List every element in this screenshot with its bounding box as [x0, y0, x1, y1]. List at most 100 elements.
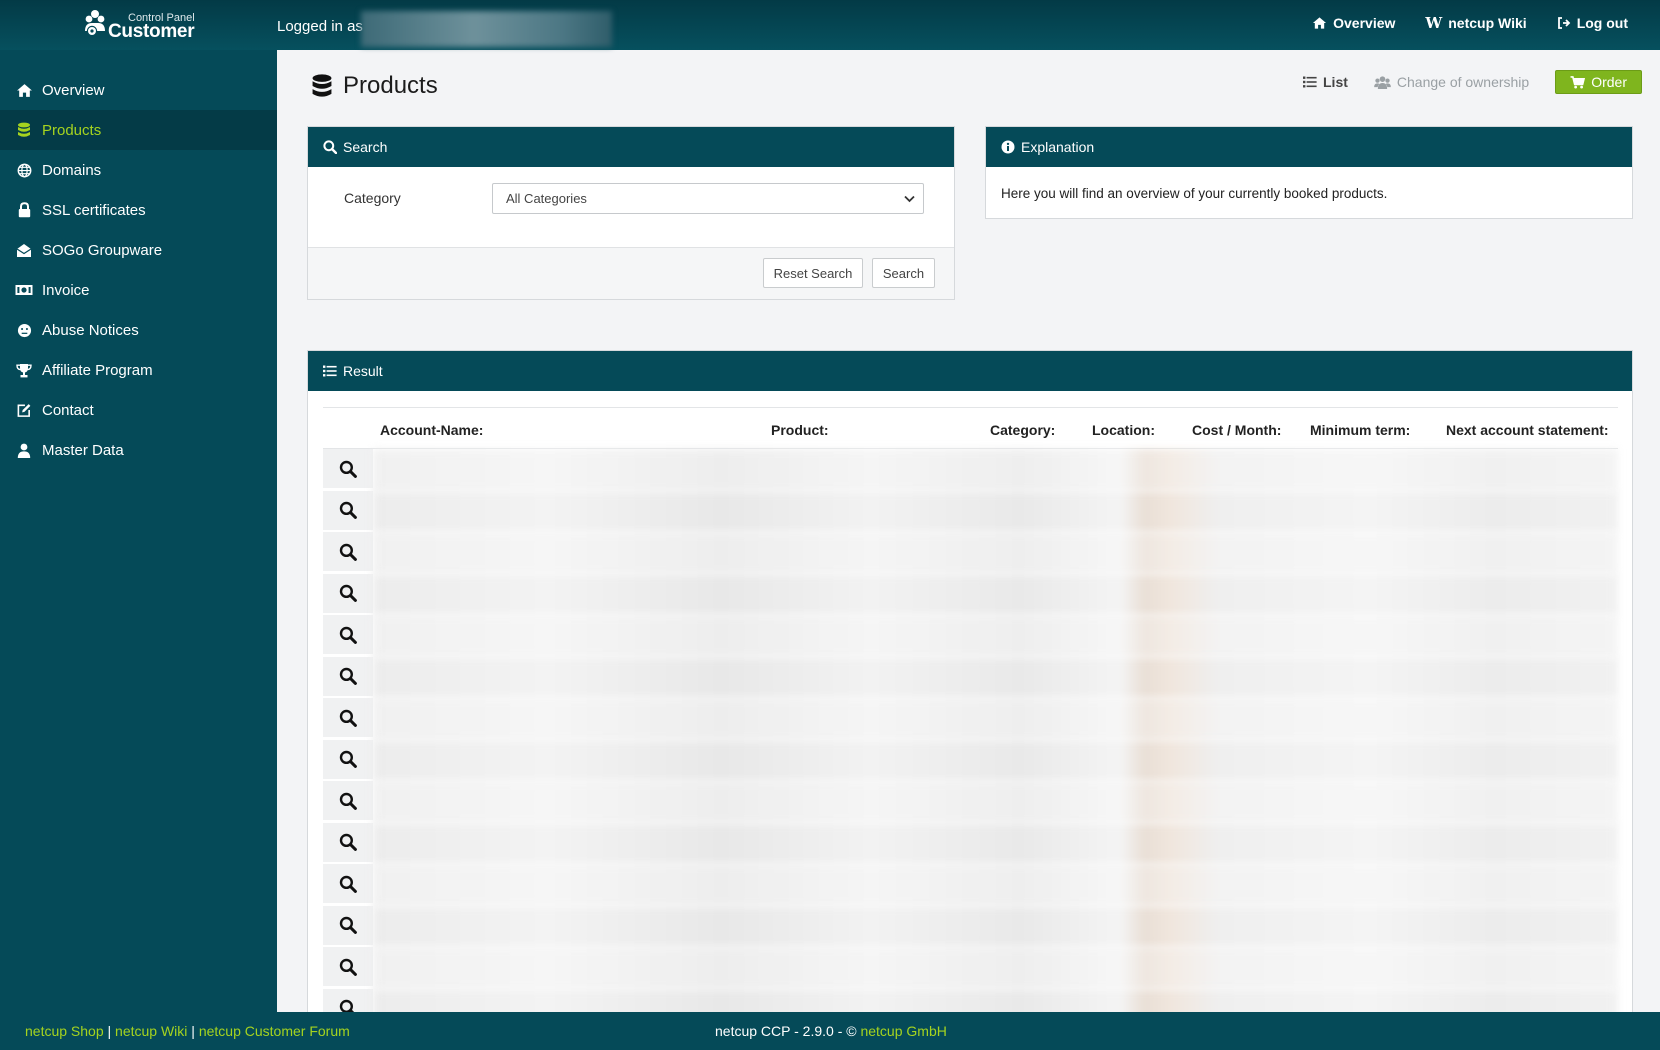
top-nav-wiki[interactable]: W netcup Wiki: [1425, 14, 1526, 32]
sidebar-item-label: Affiliate Program: [42, 361, 153, 379]
row-details-button[interactable]: [323, 449, 373, 489]
search-icon: [339, 875, 357, 893]
row-details-button[interactable]: [323, 656, 373, 697]
sidebar-item-master-data[interactable]: Master Data: [0, 430, 277, 470]
sidebar-item-label: SSL certificates: [42, 201, 146, 219]
footer-link-shop[interactable]: netcup Shop: [25, 1023, 104, 1039]
search-icon: [339, 667, 357, 685]
row-content-redacted: [373, 822, 1618, 864]
table-row: [323, 947, 1618, 989]
search-icon: [339, 584, 357, 602]
sidebar-item-label: Invoice: [42, 281, 90, 299]
row-details-button[interactable]: [323, 615, 373, 655]
reset-search-button[interactable]: Reset Search: [763, 258, 863, 288]
column-header-cost-month[interactable]: Cost / Month:: [1192, 422, 1281, 438]
row-content-redacted: [373, 988, 1618, 1012]
search-icon: [339, 833, 357, 851]
sidebar-item-label: Overview: [42, 81, 105, 99]
sidebar: Overview Products Domains SSL certificat…: [0, 50, 277, 1012]
sidebar-item-label: Master Data: [42, 441, 124, 459]
sidebar-item-overview[interactable]: Overview: [0, 70, 277, 110]
info-icon: [1001, 140, 1015, 154]
column-header-product[interactable]: Product:: [771, 422, 829, 438]
table-row: [323, 532, 1618, 574]
top-bar: Control Panel Customer Logged in as Over…: [0, 0, 1660, 50]
home-icon: [15, 81, 33, 99]
top-nav-overview[interactable]: Overview: [1312, 15, 1395, 31]
row-details-button[interactable]: [323, 490, 373, 531]
row-details-button[interactable]: [323, 988, 373, 1012]
footer-link-company[interactable]: netcup GmbH: [860, 1023, 946, 1039]
table-row: [323, 822, 1618, 864]
sidebar-item-abuse[interactable]: Abuse Notices: [0, 310, 277, 350]
list-view-button[interactable]: List: [1303, 74, 1348, 90]
envelope-open-icon: [15, 241, 33, 259]
result-table: Account-Name: Product: Category: Locatio…: [323, 407, 1618, 1012]
column-header-category[interactable]: Category:: [990, 422, 1055, 438]
sidebar-item-products[interactable]: Products: [0, 110, 277, 150]
category-select[interactable]: All Categories: [492, 183, 924, 214]
category-label: Category: [344, 190, 401, 206]
row-details-button[interactable]: [323, 781, 373, 821]
page-header: Products: [311, 72, 438, 100]
face-icon: [15, 321, 33, 339]
logout-icon: [1557, 16, 1571, 30]
explanation-panel: Explanation Here you will find an overvi…: [985, 126, 1633, 219]
logo[interactable]: Control Panel Customer: [84, 9, 204, 43]
sidebar-nav: Overview Products Domains SSL certificat…: [0, 50, 277, 470]
change-ownership-button[interactable]: Change of ownership: [1374, 74, 1529, 90]
row-content-redacted: [373, 947, 1618, 989]
row-content-redacted: [373, 532, 1618, 574]
row-details-button[interactable]: [323, 822, 373, 863]
row-details-button[interactable]: [323, 739, 373, 780]
search-icon: [339, 916, 357, 934]
sidebar-item-sogo[interactable]: SOGo Groupware: [0, 230, 277, 270]
search-icon: [339, 543, 357, 561]
footer-link-wiki[interactable]: netcup Wiki: [115, 1023, 187, 1039]
row-content-redacted: [373, 449, 1618, 491]
order-button[interactable]: Order: [1555, 70, 1642, 94]
top-nav-logout[interactable]: Log out: [1557, 15, 1628, 31]
footer-link-forum[interactable]: netcup Customer Forum: [199, 1023, 350, 1039]
list-icon: [1303, 76, 1317, 88]
row-details-button[interactable]: [323, 698, 373, 738]
row-details-button[interactable]: [323, 947, 373, 987]
logged-in-label: Logged in as: [277, 18, 363, 35]
user-icon: [15, 441, 33, 459]
row-content-redacted: [373, 739, 1618, 781]
sidebar-item-invoice[interactable]: Invoice: [0, 270, 277, 310]
row-content-redacted: [373, 656, 1618, 698]
money-icon: [15, 281, 33, 299]
search-icon: [339, 750, 357, 768]
column-header-next-statement[interactable]: Next account statement:: [1446, 422, 1609, 438]
lock-icon: [15, 201, 33, 219]
explanation-panel-header: Explanation: [986, 127, 1632, 167]
row-content-redacted: [373, 905, 1618, 947]
main-content: Products List Change of ownership Order: [277, 50, 1660, 1012]
table-header: Account-Name: Product: Category: Locatio…: [323, 407, 1618, 449]
sidebar-item-domains[interactable]: Domains: [0, 150, 277, 190]
search-panel: Search Category All Categories Reset Sea…: [307, 126, 955, 300]
row-content-redacted: [373, 864, 1618, 906]
search-icon: [339, 999, 357, 1012]
row-details-button[interactable]: [323, 864, 373, 904]
home-icon: [1312, 16, 1327, 30]
logo-title: Customer: [108, 21, 195, 42]
table-row: [323, 781, 1618, 823]
row-details-button[interactable]: [323, 532, 373, 572]
username-redacted: [361, 11, 612, 47]
sidebar-item-contact[interactable]: Contact: [0, 390, 277, 430]
column-header-account-name[interactable]: Account-Name:: [380, 422, 483, 438]
sidebar-item-ssl[interactable]: SSL certificates: [0, 190, 277, 230]
column-header-minimum-term[interactable]: Minimum term:: [1310, 422, 1410, 438]
table-row: [323, 656, 1618, 698]
row-details-button[interactable]: [323, 573, 373, 614]
search-icon: [339, 501, 357, 519]
table-row: [323, 905, 1618, 947]
table-row: [323, 615, 1618, 657]
globe-icon: [15, 161, 33, 179]
row-details-button[interactable]: [323, 905, 373, 946]
column-header-location[interactable]: Location:: [1092, 422, 1155, 438]
sidebar-item-affiliate[interactable]: Affiliate Program: [0, 350, 277, 390]
search-button[interactable]: Search: [872, 258, 935, 288]
